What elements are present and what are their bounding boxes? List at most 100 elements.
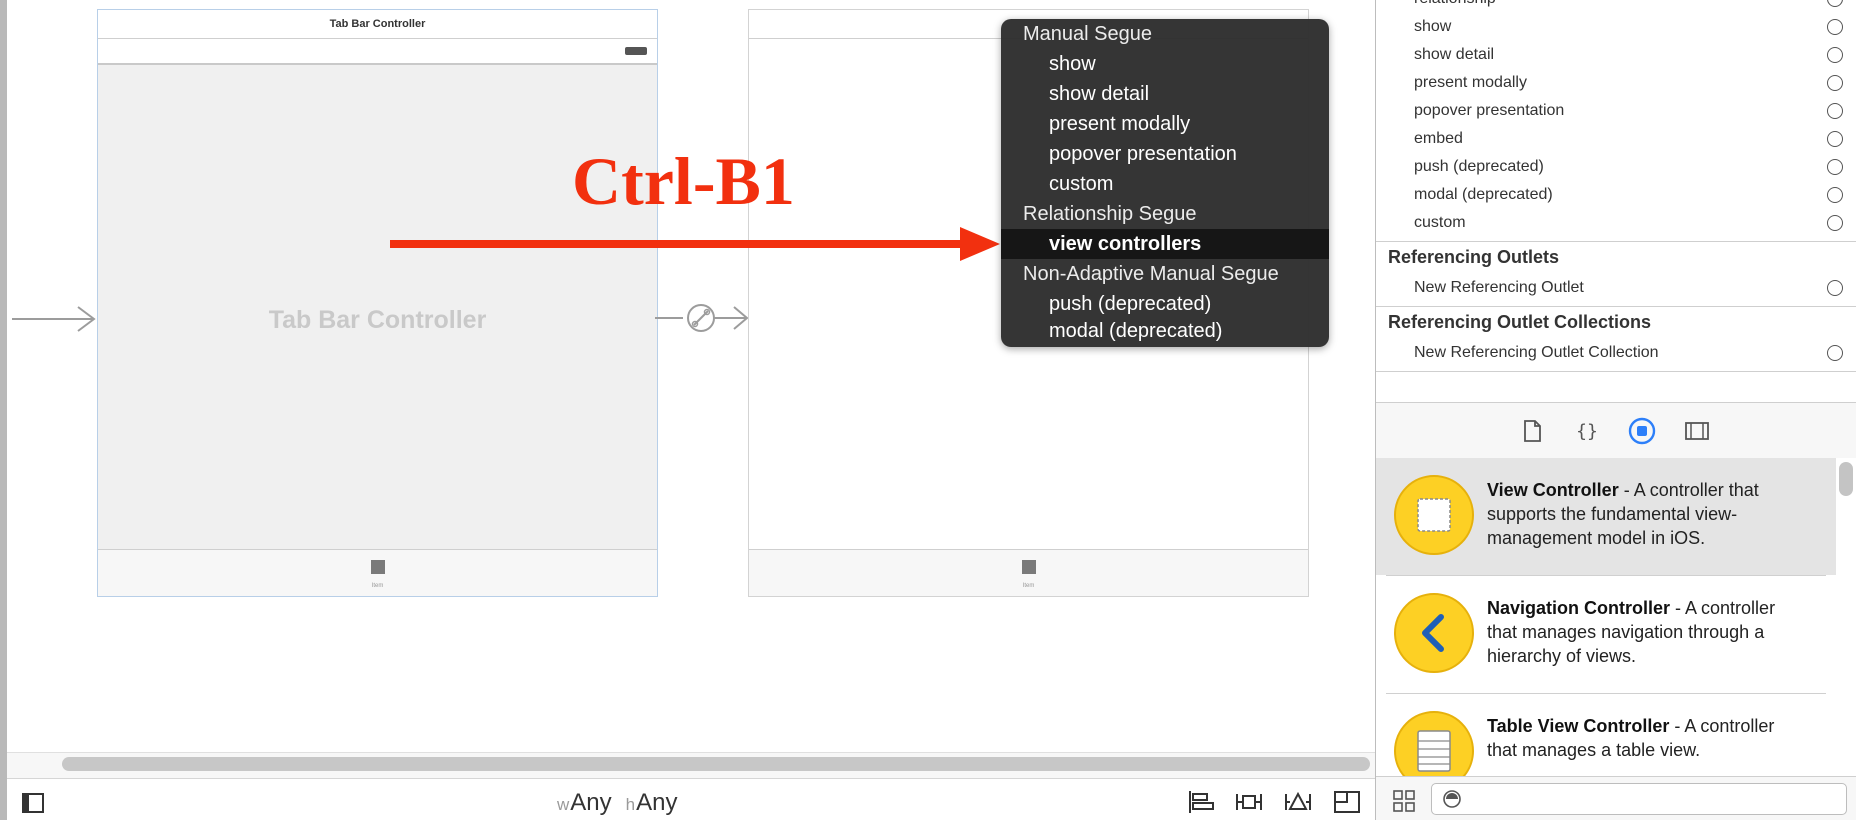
- connection-row-push-deprecated: push (deprecated): [1376, 155, 1856, 183]
- tab-bar[interactable]: Item: [749, 549, 1308, 596]
- library-item-navigation-controller[interactable]: Navigation Controller - A controller tha…: [1376, 576, 1836, 693]
- library-scrollbar-thumb[interactable]: [1839, 462, 1853, 496]
- connection-row-present-modally: present modally: [1376, 71, 1856, 99]
- size-class-selector[interactable]: wAny hAny: [557, 789, 677, 817]
- connection-circle-icon[interactable]: [1827, 47, 1843, 63]
- library-item-view-controller[interactable]: View Controller - A controller that supp…: [1376, 458, 1836, 575]
- connection-circle-icon[interactable]: [1827, 187, 1843, 203]
- connection-row-new-referencing-outlet: New Referencing Outlet: [1376, 276, 1856, 304]
- library-item-name: Table View Controller: [1487, 716, 1670, 736]
- menu-header-manual-segue: Manual Segue: [1023, 23, 1152, 45]
- tab-item-label: Item: [371, 583, 384, 589]
- menu-item-present-modally[interactable]: present modally: [1001, 109, 1329, 139]
- canvas-bottom-toolbar: [7, 778, 1375, 820]
- scene-title: Tab Bar Controller: [98, 10, 657, 39]
- library-item-name: View Controller: [1487, 480, 1619, 500]
- status-bar: [98, 39, 657, 65]
- connection-circle-icon[interactable]: [1827, 345, 1843, 361]
- referencing-outlets-header: Referencing Outlets: [1388, 247, 1560, 267]
- menu-item-show-detail[interactable]: show detail: [1001, 79, 1329, 109]
- connection-circle-icon[interactable]: [1827, 159, 1843, 175]
- connection-row-new-referencing-outlet-collection: New Referencing Outlet Collection: [1376, 341, 1856, 369]
- connection-circle-icon[interactable]: [1827, 19, 1843, 35]
- code-snippet-icon[interactable]: {}: [1573, 417, 1601, 445]
- connection-circle-icon[interactable]: [1827, 215, 1843, 231]
- view-controller-icon: [1394, 475, 1474, 555]
- pin-icon[interactable]: [1235, 789, 1263, 815]
- connection-label: modal (deprecated): [1414, 186, 1553, 203]
- library-filter-bar: [1376, 776, 1856, 820]
- connection-row-modal-deprecated: modal (deprecated): [1376, 183, 1856, 211]
- connection-row-relationship: relationship: [1376, 0, 1856, 15]
- referencing-outlet-collections-header: Referencing Outlet Collections: [1388, 312, 1652, 332]
- library-item-text: Navigation Controller - A controller tha…: [1487, 596, 1807, 668]
- menu-header-non-adaptive-manual-segue: Non-Adaptive Manual Segue: [1023, 263, 1279, 285]
- connection-row-custom: custom: [1376, 211, 1856, 239]
- tab-item-label: Item: [1022, 583, 1035, 589]
- connection-label: New Referencing Outlet Collection: [1414, 344, 1659, 361]
- storyboard-entry-arrow-icon: [12, 306, 96, 332]
- connection-row-popover-presentation: popover presentation: [1376, 99, 1856, 127]
- section-divider: [1376, 371, 1856, 372]
- file-template-icon[interactable]: [1518, 417, 1546, 445]
- svg-text:{}: {}: [1576, 421, 1598, 442]
- height-class-value: Any: [636, 789, 678, 816]
- connection-row-embed: embed: [1376, 127, 1856, 155]
- connection-label: popover presentation: [1414, 102, 1565, 119]
- library-item-table-view-controller[interactable]: Table View Controller - A controller tha…: [1376, 694, 1836, 776]
- library-item-name: Navigation Controller: [1487, 598, 1671, 618]
- connection-circle-icon[interactable]: [1827, 75, 1843, 91]
- connection-label: present modally: [1414, 74, 1527, 91]
- relationship-segue-icon[interactable]: [655, 300, 755, 336]
- storyboard-canvas[interactable]: Tab Bar Controller Tab Bar Controller It…: [0, 0, 1375, 820]
- battery-icon: [625, 47, 647, 55]
- connection-label: show detail: [1414, 46, 1495, 63]
- connection-label: show: [1414, 18, 1452, 35]
- connection-label: embed: [1414, 130, 1463, 147]
- menu-item-modal-deprecated[interactable]: modal (deprecated): [1001, 316, 1329, 346]
- menu-item-popover-presentation[interactable]: popover presentation: [1001, 139, 1329, 169]
- canvas-left-edge: [0, 0, 7, 820]
- object-library-list[interactable]: View Controller - A controller that supp…: [1376, 458, 1856, 776]
- align-icon[interactable]: [1187, 789, 1215, 815]
- segue-type-menu[interactable]: Manual Segue show show detail present mo…: [1001, 19, 1329, 347]
- connection-circle-icon[interactable]: [1827, 131, 1843, 147]
- menu-item-custom[interactable]: custom: [1001, 169, 1329, 199]
- library-filter-input[interactable]: [1431, 783, 1847, 815]
- grid-view-toggle-icon[interactable]: [1392, 789, 1416, 813]
- media-library-icon[interactable]: [1683, 417, 1711, 445]
- menu-item-view-controllers[interactable]: view controllers: [1001, 229, 1329, 259]
- utilities-panel: relationship show show detail present mo…: [1375, 0, 1856, 820]
- navigation-controller-icon: [1394, 593, 1474, 673]
- document-outline-toggle-icon[interactable]: [22, 793, 44, 813]
- resolve-auto-layout-icon[interactable]: [1284, 789, 1312, 815]
- annotation-arrow-icon: [390, 227, 1000, 261]
- connection-circle-icon[interactable]: [1827, 103, 1843, 119]
- tab-bar-controller-scene[interactable]: Tab Bar Controller Tab Bar Controller It…: [97, 9, 658, 597]
- tab-item-icon: [370, 560, 385, 574]
- connection-row-show-detail: show detail: [1376, 43, 1856, 71]
- connection-label: relationship: [1414, 0, 1496, 8]
- connection-circle-icon[interactable]: [1827, 280, 1843, 296]
- connection-circle-icon[interactable]: [1827, 0, 1843, 7]
- object-library-icon[interactable]: [1628, 417, 1656, 445]
- menu-header-relationship-segue: Relationship Segue: [1023, 203, 1197, 225]
- library-item-text: View Controller - A controller that supp…: [1487, 478, 1807, 550]
- width-prefix: w: [557, 795, 570, 814]
- section-divider: [1376, 306, 1856, 307]
- section-divider: [1376, 241, 1856, 242]
- library-item-text: Table View Controller - A controller tha…: [1487, 714, 1807, 762]
- scrollbar-thumb[interactable]: [62, 757, 1370, 771]
- library-selector-bar: {}: [1376, 403, 1856, 459]
- filter-icon: [1443, 790, 1461, 808]
- tab-item-icon: [1021, 560, 1036, 574]
- tab-bar[interactable]: Item: [98, 549, 657, 596]
- connection-label: New Referencing Outlet: [1414, 279, 1584, 296]
- connection-row-show: show: [1376, 15, 1856, 43]
- height-prefix: h: [625, 795, 636, 814]
- menu-item-show[interactable]: show: [1001, 49, 1329, 79]
- menu-item-push-deprecated[interactable]: push (deprecated): [1001, 289, 1329, 319]
- connection-label: custom: [1414, 214, 1466, 231]
- resizing-behavior-icon[interactable]: [1333, 789, 1361, 815]
- annotation-label: Ctrl-B1: [572, 143, 795, 219]
